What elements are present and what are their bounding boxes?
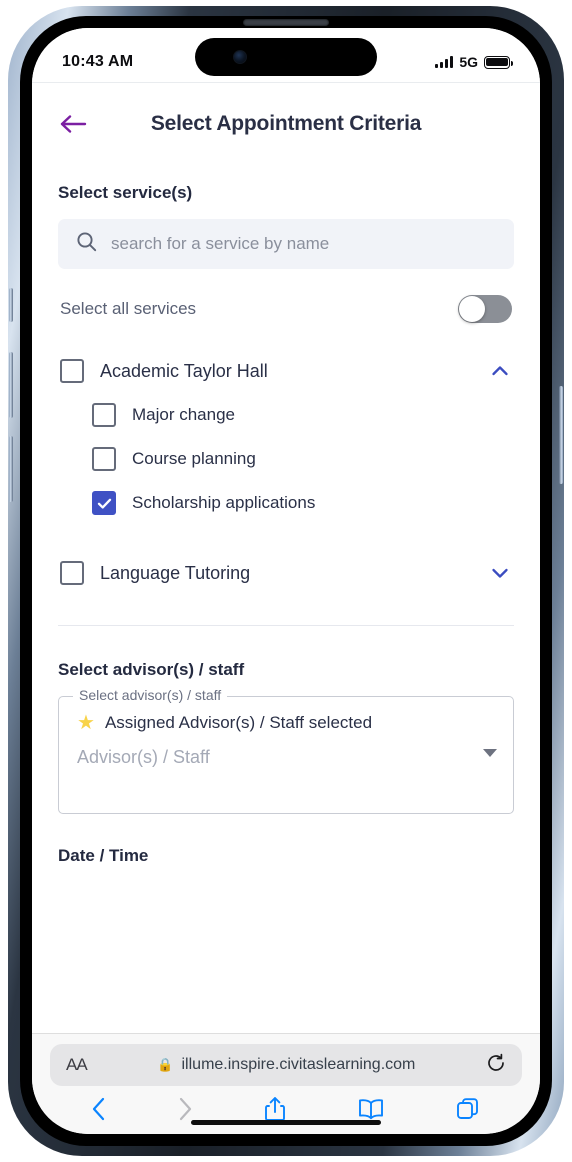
service-group-language-tutoring: Language Tutoring bbox=[58, 551, 514, 595]
volume-up-button[interactable] bbox=[9, 352, 13, 418]
checkbox-major-change[interactable] bbox=[92, 403, 116, 427]
safari-url-bar: AA 🔒 illume.inspire.civitaslearning.com bbox=[32, 1033, 540, 1090]
safari-toolbar bbox=[32, 1090, 540, 1134]
checkbox-academic-taylor-hall[interactable] bbox=[60, 359, 84, 383]
dynamic-island bbox=[195, 38, 377, 76]
service-search-box[interactable]: search for a service by name bbox=[58, 219, 514, 269]
url-center[interactable]: 🔒 illume.inspire.civitaslearning.com bbox=[87, 1056, 486, 1074]
select-all-services-label: Select all services bbox=[60, 299, 197, 318]
service-item-label: Major change bbox=[132, 405, 236, 424]
service-item-label: Course planning bbox=[132, 449, 256, 468]
advisors-section: Select advisor(s) / staff Select advisor… bbox=[32, 660, 540, 866]
advisors-section-title: Select advisor(s) / staff bbox=[58, 660, 245, 679]
webpage-content: Select Appointment Criteria Select servi… bbox=[32, 82, 540, 988]
volume-down-button[interactable] bbox=[9, 436, 13, 502]
text-size-button[interactable]: AA bbox=[66, 1055, 88, 1075]
service-group-label: Language Tutoring bbox=[100, 562, 251, 583]
checkbox-scholarship-applications[interactable] bbox=[92, 491, 116, 515]
select-all-services-row[interactable]: Select all services bbox=[58, 295, 514, 323]
toggle-knob bbox=[459, 296, 485, 322]
service-group-header[interactable]: Academic Taylor Hall bbox=[58, 349, 514, 393]
chevron-right-icon bbox=[178, 1097, 192, 1121]
services-section: Select service(s) search for a service b… bbox=[32, 183, 540, 626]
battery-icon bbox=[484, 55, 513, 69]
phone-bezel: 10:43 AM 5G Select Appointment Criteria bbox=[20, 16, 552, 1146]
select-all-services-toggle[interactable] bbox=[458, 295, 512, 323]
service-group-header[interactable]: Language Tutoring bbox=[58, 551, 514, 595]
back-arrow-icon[interactable] bbox=[58, 109, 88, 139]
front-camera-icon bbox=[233, 50, 247, 64]
tabs-icon[interactable] bbox=[456, 1097, 480, 1121]
share-icon[interactable] bbox=[264, 1096, 286, 1122]
star-icon: ★ bbox=[77, 712, 95, 734]
service-item[interactable]: Scholarship applications bbox=[58, 481, 514, 525]
service-group-academic-taylor-hall: Academic Taylor Hall Major change Course… bbox=[58, 349, 514, 525]
page-title: Select Appointment Criteria bbox=[150, 112, 422, 135]
datetime-section-title: Date / Time bbox=[58, 846, 149, 865]
home-indicator[interactable] bbox=[191, 1120, 381, 1125]
service-item[interactable]: Major change bbox=[58, 393, 514, 437]
silent-switch[interactable] bbox=[9, 288, 13, 322]
service-item[interactable]: Course planning bbox=[58, 437, 514, 481]
signal-bars-icon bbox=[435, 56, 454, 68]
url-text[interactable]: illume.inspire.civitaslearning.com bbox=[182, 1056, 416, 1074]
dropdown-caret-icon[interactable] bbox=[483, 749, 497, 757]
service-item-label: Scholarship applications bbox=[132, 493, 316, 512]
status-right-cluster: 5G bbox=[435, 54, 513, 70]
status-time: 10:43 AM bbox=[62, 53, 134, 70]
checkbox-course-planning[interactable] bbox=[92, 447, 116, 471]
advisor-field-legend: Select advisor(s) / staff bbox=[73, 687, 228, 703]
book-icon[interactable] bbox=[358, 1098, 384, 1120]
services-section-title: Select service(s) bbox=[58, 183, 193, 202]
network-type-label: 5G bbox=[459, 54, 478, 70]
reload-icon[interactable] bbox=[486, 1053, 506, 1078]
service-group-label: Academic Taylor Hall bbox=[100, 360, 268, 381]
section-divider bbox=[58, 625, 514, 626]
phone-frame: 10:43 AM 5G Select Appointment Criteria bbox=[8, 6, 564, 1156]
phone-screen: 10:43 AM 5G Select Appointment Criteria bbox=[32, 28, 540, 1134]
chevron-down-icon[interactable] bbox=[488, 561, 512, 585]
advisor-input[interactable]: Advisor(s) / Staff bbox=[77, 747, 473, 768]
app-header: Select Appointment Criteria bbox=[32, 83, 540, 149]
search-input[interactable]: search for a service by name bbox=[111, 234, 329, 254]
power-button[interactable] bbox=[559, 386, 563, 484]
chevron-left-icon[interactable] bbox=[92, 1097, 106, 1121]
url-pill[interactable]: AA 🔒 illume.inspire.civitaslearning.com bbox=[50, 1044, 522, 1086]
checkbox-language-tutoring[interactable] bbox=[60, 561, 84, 585]
checkmark-icon bbox=[97, 498, 111, 509]
lock-icon: 🔒 bbox=[157, 1057, 174, 1072]
advisor-selected-row: ★ Assigned Advisor(s) / Staff selected bbox=[77, 713, 473, 733]
search-icon bbox=[76, 231, 97, 257]
advisor-selected-text: Assigned Advisor(s) / Staff selected bbox=[104, 713, 373, 732]
advisor-select-field[interactable]: Select advisor(s) / staff ★ Assigned Adv… bbox=[58, 687, 514, 814]
chevron-up-icon[interactable] bbox=[488, 359, 512, 383]
earpiece-speaker bbox=[243, 19, 329, 26]
